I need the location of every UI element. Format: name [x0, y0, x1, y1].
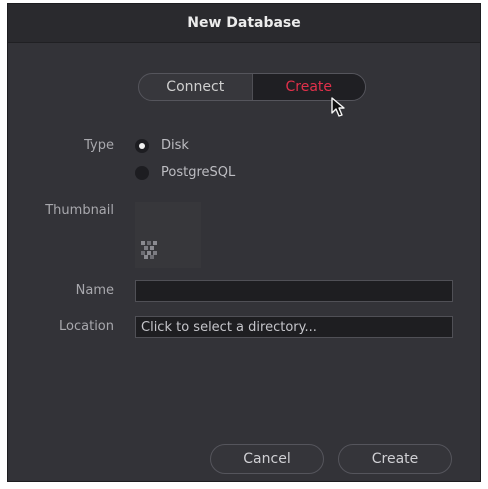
- mouse-cursor-icon: [331, 97, 345, 117]
- thumbnail-label: Thumbnail: [45, 203, 114, 218]
- image-placeholder-icon: [141, 241, 157, 259]
- radio-disk-label: Disk: [161, 138, 189, 153]
- radio-postgresql[interactable]: PostgreSQL: [135, 165, 235, 180]
- location-label: Location: [59, 319, 114, 334]
- dialog-title: New Database: [187, 15, 301, 31]
- dialog-titlebar[interactable]: New Database: [8, 4, 480, 43]
- create-button[interactable]: Create: [338, 444, 452, 474]
- cancel-button[interactable]: Cancel: [210, 444, 324, 474]
- name-input[interactable]: [135, 280, 453, 302]
- location-field[interactable]: Click to select a directory...: [135, 316, 453, 338]
- type-label: Type: [84, 138, 114, 153]
- radio-postgresql-label: PostgreSQL: [161, 165, 236, 180]
- create-tab[interactable]: Create: [252, 74, 365, 100]
- new-database-dialog: New Database Connect Create Type Disk Po…: [7, 3, 481, 482]
- radio-postgresql-button[interactable]: [135, 165, 149, 180]
- radio-disk[interactable]: Disk: [135, 138, 189, 153]
- name-label: Name: [75, 283, 114, 298]
- radio-disk-button[interactable]: [135, 138, 149, 153]
- connect-tab[interactable]: Connect: [139, 74, 253, 100]
